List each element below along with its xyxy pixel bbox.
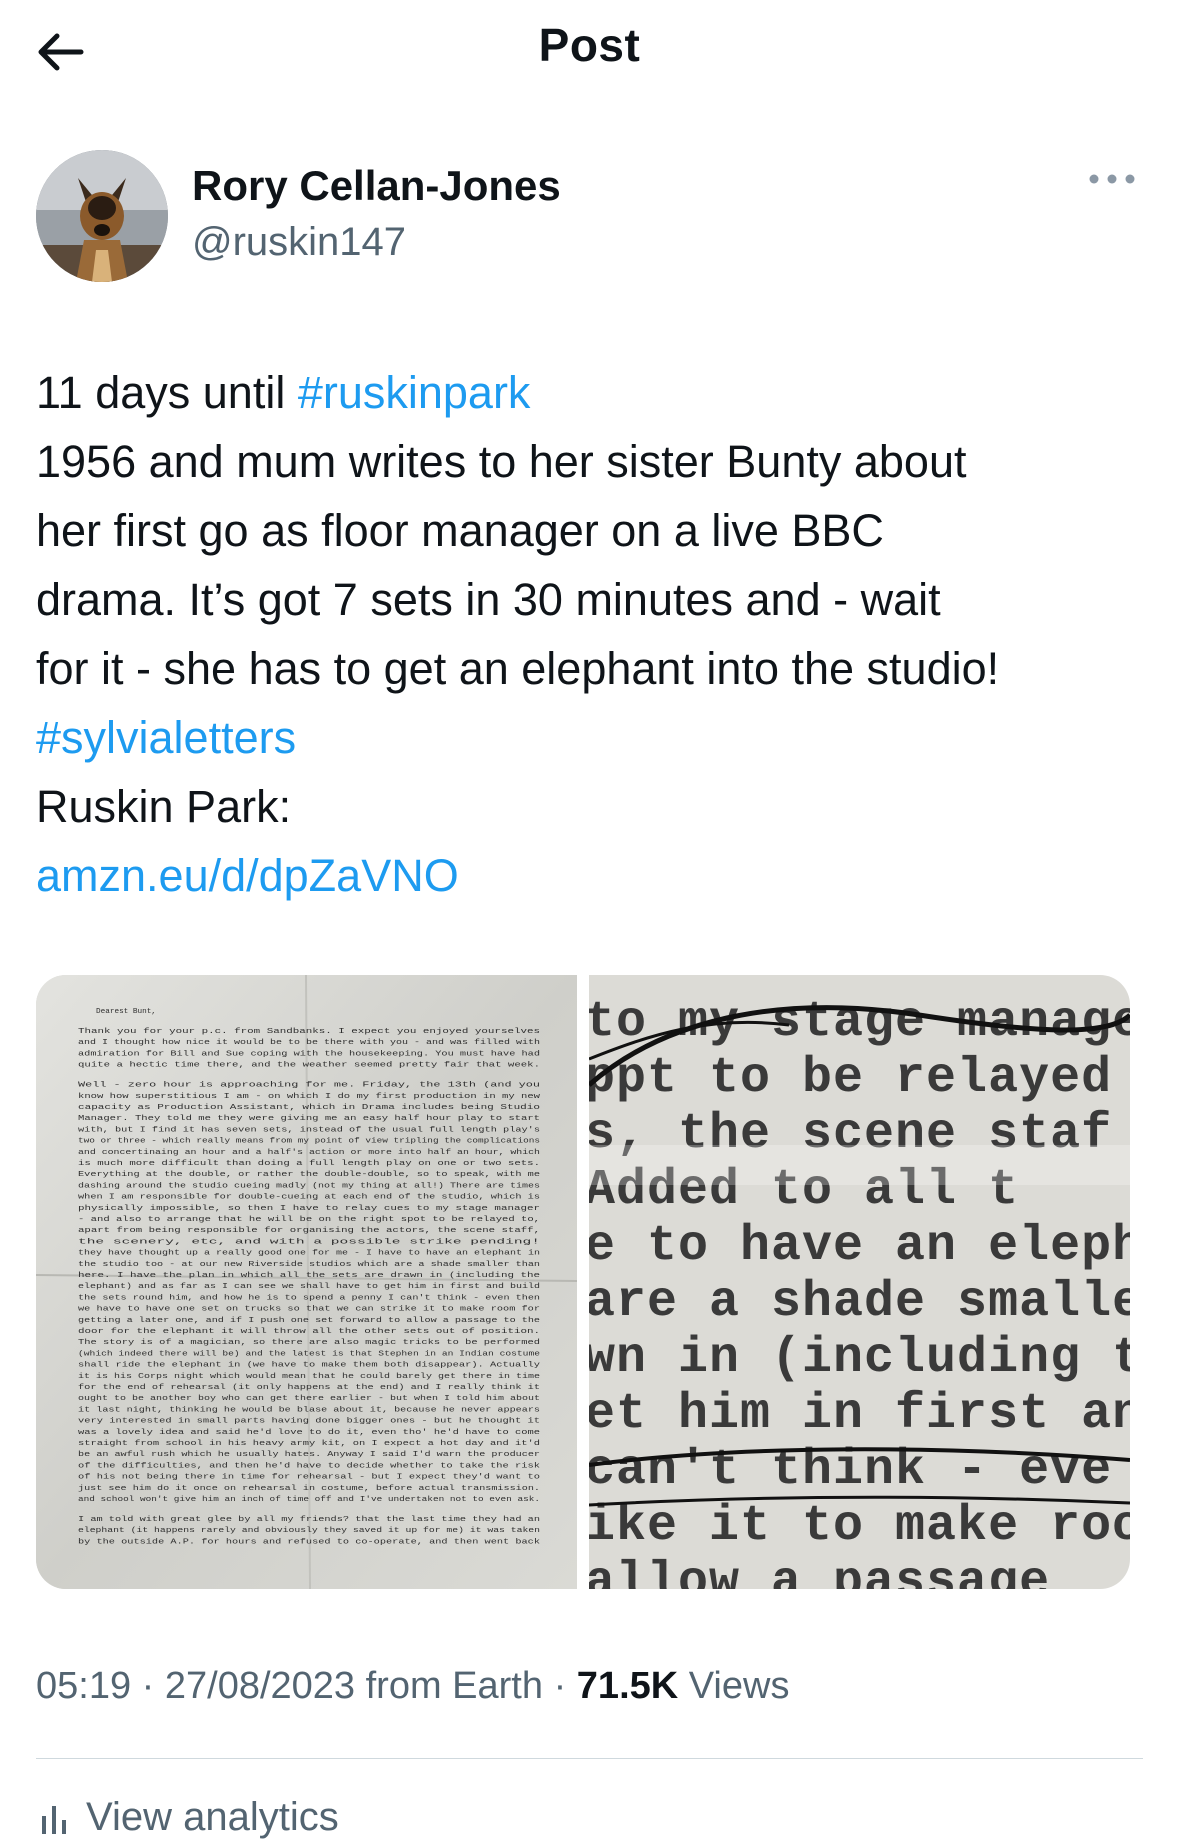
hashtag-ruskinpark[interactable]: #ruskinpark [298,367,531,418]
hashtag-sylvialetters[interactable]: #sylvialetters [36,703,1156,772]
letter-line: Dearest Bunt, [96,1008,156,1016]
letter-photo[interactable]: Dearest Bunt, Thank you for your p.c. fro… [36,975,577,1589]
post-source: from Earth [355,1665,544,1707]
letter-line: is much more difficult than doing a full… [78,1160,540,1168]
letter-line: admiration for Bill and Sue coping with … [78,1050,540,1058]
zoomed-letter-photo[interactable]: to my stage manage ppt to be relayed s, th… [589,975,1130,1589]
letter-line: just see him do it once on rehearsal in … [78,1485,540,1493]
dog-avatar-image [36,150,168,282]
top-bar: Post [0,0,1179,100]
avatar[interactable] [36,150,168,282]
letter-line: they have thought up a really good one f… [78,1250,540,1258]
letter-line: elephant) and as far as I can see we sha… [78,1283,540,1291]
letter-line: the sets round him, and how he is to spe… [78,1294,540,1302]
letter-line: dashing around the studio cueing madly (… [78,1182,540,1190]
letter-line: be an awful rush which he usually hates.… [78,1451,540,1459]
letter-line: with, but I find it has seven sets, inst… [78,1126,540,1134]
letter-line: - and also to arrange that he will be on… [78,1216,540,1224]
view-analytics-button[interactable]: View analytics [36,1795,339,1840]
post-line: her first go as floor manager on a live … [36,505,884,556]
letter-line: apart from being responsible for organis… [78,1227,540,1235]
letter-line: when I am responsible for double-cueing … [78,1194,540,1202]
letter-line: by the outside A.P. for hours and refuse… [78,1538,541,1546]
letter-line: straight from school in his heavy army k… [78,1440,540,1448]
letter-line: Thank you for your p.c. from Sandbanks. … [78,1028,540,1036]
letter-line: elephant (it happens rarely and obviousl… [78,1527,540,1535]
post-meta: 05:19 · 27/08/2023 from Earth · 71.5K Vi… [36,1665,789,1708]
views-count: 71.5K [576,1665,679,1707]
letter-line: Manager. They told me they were giving m… [78,1115,540,1123]
letter-line: (which indeed there will be) and the lat… [78,1350,540,1358]
letter-line: the scenery, etc, and with a possible st… [78,1238,540,1246]
letter-line: two or three - which really means from m… [78,1138,540,1146]
letter-line: very interested in small parts having do… [78,1418,540,1426]
post-line: for it - she has to get an elephant into… [36,643,1000,694]
letter-line: getting a later one, and if I push one s… [78,1317,540,1325]
typed-letter-image: Dearest Bunt, Thank you for your p.c. fro… [36,975,577,1589]
analytics-label: View analytics [86,1795,339,1839]
letter-line: Well - zero hour is approaching for me. … [78,1082,540,1090]
letter-line: physically impossible, so then I have to… [78,1205,540,1213]
letter-line: was a lovely idea and said he'd love to … [78,1429,540,1437]
post-line: 11 days until #ruskinpark [36,358,1156,427]
author-handle[interactable]: @ruskin147 [192,220,406,265]
views-label: Views [678,1665,790,1707]
letter-line: of the difficulties, and then he'd have … [78,1462,541,1470]
letter-line: I am told with great glee by all my frie… [78,1516,540,1524]
page-title: Post [538,19,641,71]
letter-line: it last night, thinking he would be blas… [78,1406,540,1414]
separator: · [131,1665,165,1707]
divider [36,1758,1143,1759]
pen-marks [589,1005,1130,1507]
letter-line: door for the elephant it will throw all … [78,1328,540,1336]
media-gallery: Dearest Bunt, Thank you for your p.c. fro… [36,975,1130,1589]
author-name[interactable]: Rory Cellan-Jones [192,162,561,210]
post-time[interactable]: 05:19 [36,1665,131,1707]
letter-line: and I thought how nice it would be to be… [78,1039,540,1047]
letter-line: and concertinaing an hour and a half's a… [78,1149,540,1157]
letter-line: The story is of a magician, so there are… [78,1339,540,1347]
letter-line: the studio too - at our new Riverside st… [78,1261,540,1269]
post-line: Ruskin Park: [36,781,292,832]
post-author: Rory Cellan-Jones @ruskin147 [36,150,1146,290]
post-line: 1956 and mum writes to her sister Bunty … [36,436,967,487]
analytics-icon [42,1805,66,1834]
letter-line: and school won't give him an inch of tim… [78,1496,540,1504]
letter-line: quite a hectic time there, and the weath… [78,1062,540,1070]
external-link[interactable]: amzn.eu/d/dpZaVNO [36,841,1156,910]
separator: · [543,1665,577,1707]
post-text: 11 days until #ruskinpark 1956 and mum w… [36,358,1156,910]
post-line: drama. It’s got 7 sets in 30 minutes and… [36,574,941,625]
letter-line: it is his Corps night which would mean t… [78,1373,540,1381]
letter-line: of his not being there in time for rehea… [78,1474,540,1482]
more-options-button[interactable] [1082,164,1142,194]
letter-line: capacity as Production Assistant, which … [78,1104,540,1112]
post-date[interactable]: 27/08/2023 [165,1665,355,1707]
letter-line: here. I have the plan in which all the s… [78,1272,540,1280]
letter-line: shall ride the elephant in (we have to m… [78,1362,541,1370]
letter-line: Everything at the double, or rather the … [78,1171,540,1179]
letter-line: ought to be another boy who can get ther… [78,1395,540,1403]
more-dots-icon [1089,174,1135,184]
letter-line: we have to have one set on trucks so tha… [78,1306,540,1314]
post-text-segment: 11 days until [36,367,298,418]
letter-line: know how superstitious I am - on which I… [78,1093,541,1101]
letter-line: for the end of rehearsal (it only happen… [78,1384,540,1392]
